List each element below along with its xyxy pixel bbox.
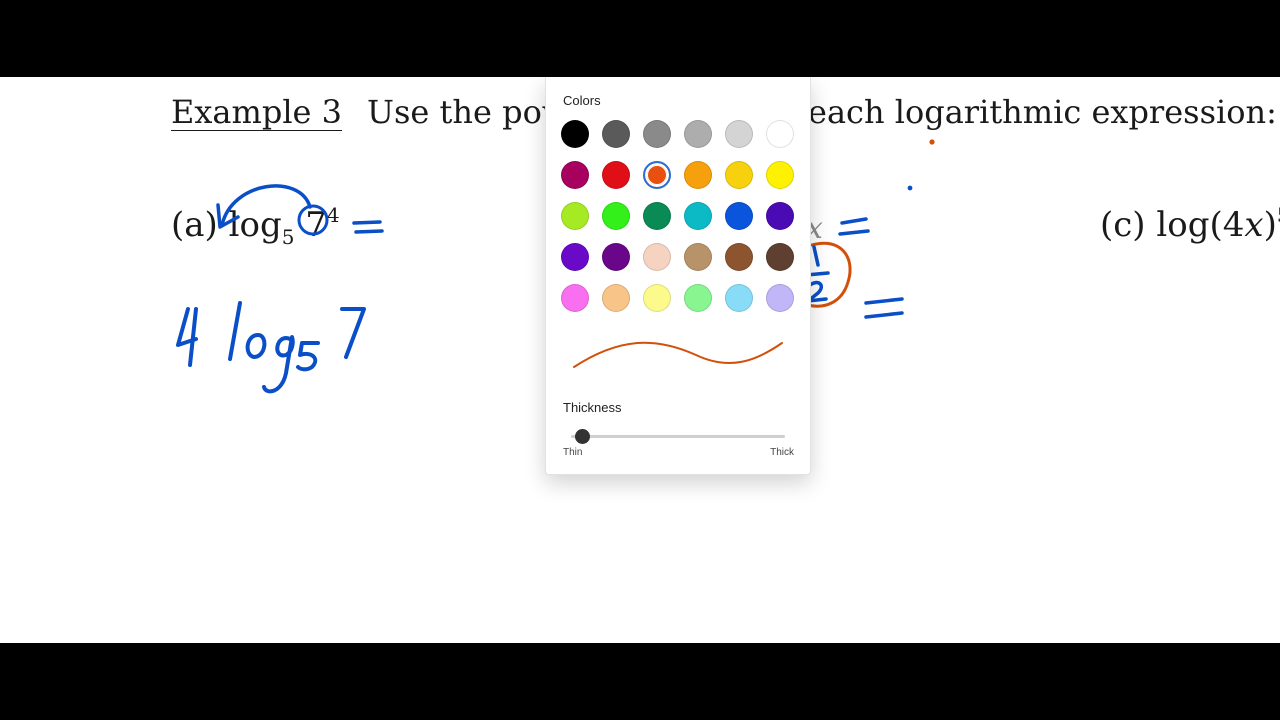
ink-dot-orange	[929, 139, 935, 145]
color-swatch[interactable]	[725, 120, 753, 148]
color-swatch[interactable]	[725, 243, 753, 271]
color-swatch[interactable]	[643, 161, 671, 189]
color-swatch[interactable]	[602, 202, 630, 230]
ink-result-log-g	[262, 335, 295, 394]
ink-result-base	[296, 341, 320, 372]
part-c-arg-close: )	[1263, 205, 1277, 245]
part-c-expression: (c) log(4x)5	[1100, 203, 1280, 245]
color-swatch[interactable]	[766, 284, 794, 312]
color-swatch[interactable]	[643, 284, 671, 312]
color-swatch[interactable]	[725, 284, 753, 312]
ink-equals-b2	[864, 297, 904, 319]
ink-equals-a	[352, 220, 384, 234]
color-swatch[interactable]	[643, 243, 671, 271]
color-swatch[interactable]	[561, 284, 589, 312]
example-label: Example 3	[171, 93, 343, 131]
ink-dot-blue	[907, 185, 913, 191]
ink-equals-b	[838, 217, 870, 236]
color-swatch[interactable]	[561, 243, 589, 271]
colors-title: Colors	[563, 93, 601, 108]
color-swatch[interactable]	[602, 161, 630, 189]
color-swatch[interactable]	[561, 202, 589, 230]
part-a-func: log	[228, 205, 282, 245]
color-swatch[interactable]	[766, 243, 794, 271]
thickness-slider[interactable]	[571, 425, 785, 449]
color-swatch[interactable]	[766, 161, 794, 189]
part-c-arg-open: (4	[1209, 205, 1245, 245]
top-black-bar	[0, 0, 1280, 77]
ink-result-coef	[176, 307, 198, 367]
color-swatch[interactable]	[643, 202, 671, 230]
color-swatch[interactable]	[684, 161, 712, 189]
color-swatch[interactable]	[602, 243, 630, 271]
color-swatch[interactable]	[602, 284, 630, 312]
pen-color-picker: Colors Thickness Thin Thick	[545, 77, 811, 475]
thickness-title: Thickness	[563, 400, 622, 415]
color-swatch[interactable]	[684, 284, 712, 312]
ink-result-arg	[340, 307, 366, 359]
part-c-func: log	[1156, 205, 1210, 245]
color-swatch[interactable]	[725, 161, 753, 189]
instruction-text-left: Use the pow	[367, 93, 570, 131]
color-swatch[interactable]	[561, 120, 589, 148]
thickness-slider-thumb[interactable]	[574, 429, 590, 444]
color-swatch[interactable]	[684, 120, 712, 148]
part-a-base: 5	[281, 225, 295, 249]
color-swatch[interactable]	[602, 120, 630, 148]
ink-result-log-o	[245, 333, 267, 359]
ink-circle-half	[806, 241, 852, 308]
part-c-var: x	[1244, 205, 1264, 245]
part-a-arg: 7	[305, 205, 327, 245]
color-swatch[interactable]	[684, 243, 712, 271]
color-swatch[interactable]	[561, 161, 589, 189]
color-swatch[interactable]	[766, 202, 794, 230]
color-swatch[interactable]	[643, 120, 671, 148]
ink-result-log-l	[228, 301, 242, 361]
bottom-black-bar	[0, 643, 1280, 720]
ink-fraction-num	[812, 245, 820, 267]
thick-label: Thick	[770, 447, 794, 458]
color-swatch[interactable]	[766, 120, 794, 148]
thickness-slider-track[interactable]	[571, 435, 785, 438]
part-a-exponent: 4	[326, 203, 340, 227]
color-swatch[interactable]	[725, 202, 753, 230]
part-c-prefix: (c)	[1100, 205, 1146, 245]
part-a-expression: (a) log5 74	[171, 203, 340, 249]
instruction-text-right: each logarithmic expression:	[808, 93, 1277, 131]
thin-label: Thin	[563, 447, 583, 458]
part-a-prefix: (a)	[171, 205, 218, 245]
stroke-preview	[573, 341, 783, 368]
color-swatch[interactable]	[684, 202, 712, 230]
